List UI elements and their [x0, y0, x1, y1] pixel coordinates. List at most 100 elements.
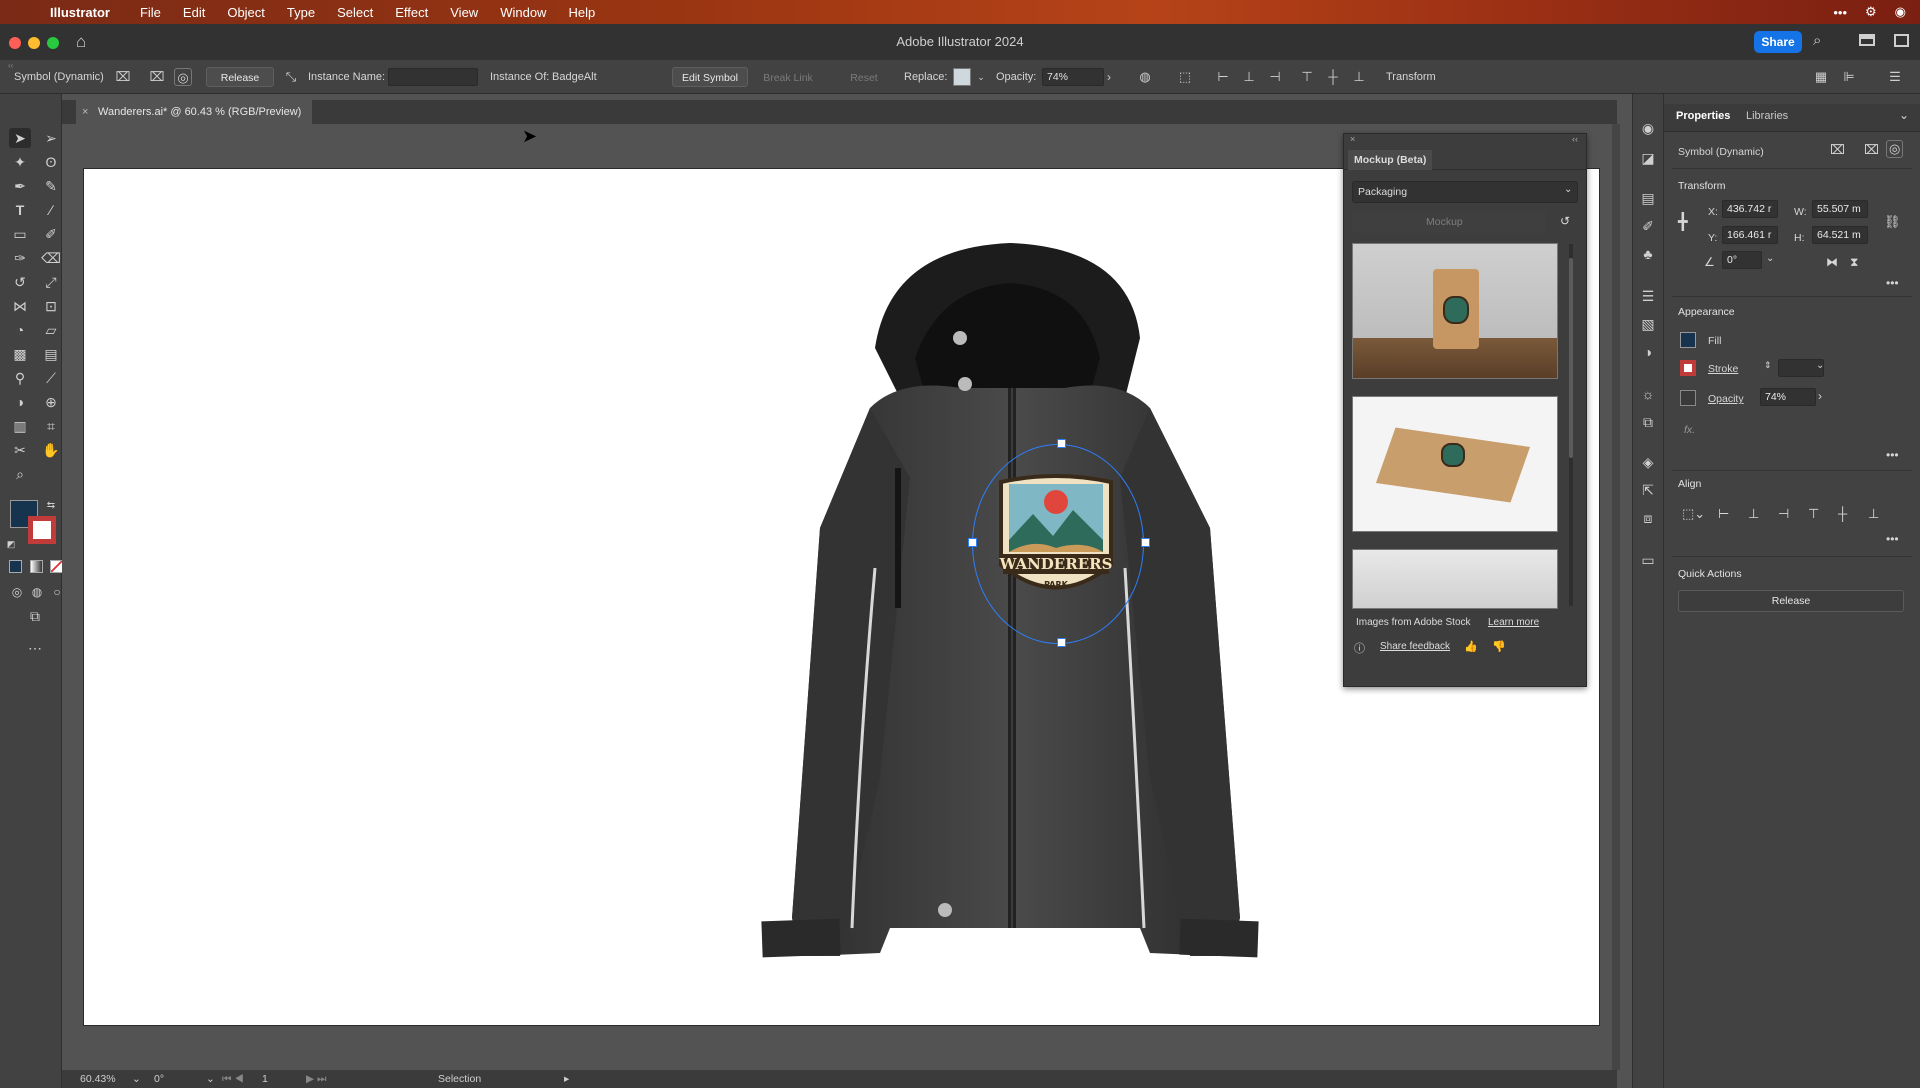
menu-window[interactable]: Window: [500, 5, 546, 20]
graphic-styles-panel-icon[interactable]: ⧉: [1637, 412, 1659, 432]
symbols-panel-icon[interactable]: ♣: [1637, 244, 1659, 264]
symbol-icon[interactable]: ⌧: [114, 68, 132, 86]
edit-symbol-button[interactable]: Edit Symbol: [672, 67, 748, 87]
menu-file[interactable]: File: [140, 5, 161, 20]
artboard-number[interactable]: 1: [262, 1070, 268, 1088]
arrange-documents-icon[interactable]: [1859, 34, 1875, 46]
static-symbol-icon[interactable]: ⌧: [148, 68, 166, 86]
shape-builder-tool-icon[interactable]: ◔: [9, 320, 31, 340]
reference-point-icon[interactable]: ╋: [1678, 212, 1688, 232]
recolor-icon[interactable]: ◍: [1136, 68, 1154, 86]
release-button[interactable]: Release: [206, 67, 274, 87]
fill-swatch[interactable]: [1680, 332, 1696, 348]
more-icon[interactable]: •••: [1833, 5, 1847, 20]
artboard-nav-next-icon[interactable]: ▶ ⏭: [306, 1070, 326, 1088]
align-left-icon[interactable]: ⊢: [1214, 68, 1232, 86]
h-input[interactable]: 64.521 m: [1812, 226, 1868, 244]
more-options-icon[interactable]: •••: [1886, 448, 1899, 462]
status-menu-icon[interactable]: ▸: [564, 1070, 569, 1088]
break-link-button[interactable]: Break Link: [756, 67, 820, 87]
selection-handle-right[interactable]: [1141, 538, 1150, 547]
w-input[interactable]: 55.507 m: [1812, 200, 1868, 218]
default-fill-stroke-icon[interactable]: ◩: [4, 534, 18, 554]
layers-panel-icon[interactable]: ◈: [1637, 452, 1659, 472]
artboards-panel-icon[interactable]: ⧈: [1637, 508, 1659, 528]
stroke-weight-stepper-icon[interactable]: ⇕: [1764, 360, 1772, 371]
canvas-scrollbar[interactable]: [1612, 124, 1620, 1070]
rotate-angle-input[interactable]: 0°: [1722, 251, 1762, 269]
panel-menu-icon[interactable]: ☰: [1886, 68, 1904, 86]
selection-handle-bottom[interactable]: [1057, 638, 1066, 647]
magic-wand-tool-icon[interactable]: ✦: [9, 152, 31, 172]
chevron-down-icon[interactable]: ⌄: [1766, 253, 1774, 264]
pen-tool-icon[interactable]: ✒: [9, 176, 31, 196]
panel-menu-icon[interactable]: ⌄: [1899, 108, 1909, 122]
artboard-tool-icon[interactable]: ⌗: [40, 416, 62, 436]
column-graph-tool-icon[interactable]: ▥: [9, 416, 31, 436]
opacity-input[interactable]: 74%: [1760, 388, 1816, 406]
static-symbol-icon[interactable]: ⌧: [1864, 142, 1879, 158]
appearance-panel-icon[interactable]: ☼: [1637, 384, 1659, 404]
chevron-right-icon[interactable]: ›: [1100, 68, 1118, 86]
gradient-panel-icon[interactable]: ▧: [1637, 314, 1659, 334]
mockup-thumbnail-mug[interactable]: [1352, 549, 1558, 609]
transparency-panel-icon[interactable]: ◑: [1637, 342, 1659, 362]
menu-edit[interactable]: Edit: [183, 5, 205, 20]
close-tab-icon[interactable]: ×: [82, 100, 88, 124]
eraser-tool-icon[interactable]: ⌫: [40, 248, 62, 268]
siri-icon[interactable]: ◉: [1895, 4, 1906, 20]
flip-vertical-icon[interactable]: ⧗: [1850, 255, 1858, 270]
menu-view[interactable]: View: [450, 5, 478, 20]
tab-properties[interactable]: Properties: [1676, 110, 1730, 122]
libraries-panel-icon[interactable]: ▤: [1637, 188, 1659, 208]
rotate-tool-icon[interactable]: ↺: [9, 272, 31, 292]
share-feedback-link[interactable]: Share feedback: [1380, 641, 1450, 652]
tab-libraries[interactable]: Libraries: [1746, 110, 1788, 122]
blend-tool-icon[interactable]: ◑: [9, 392, 31, 412]
draw-behind-icon[interactable]: ◍: [26, 582, 48, 602]
dynamic-symbol-icon[interactable]: ◎: [174, 68, 192, 86]
menu-help[interactable]: Help: [568, 5, 595, 20]
align-bottom-icon[interactable]: ⊥: [1350, 68, 1368, 86]
chevron-down-icon[interactable]: ⌄: [1816, 360, 1824, 371]
app-menu[interactable]: Illustrator: [50, 5, 110, 20]
workspace-switcher-icon[interactable]: [1894, 34, 1909, 47]
opacity-label[interactable]: Opacity: [1708, 393, 1744, 405]
properties-panel-icon[interactable]: ◪: [1637, 148, 1659, 168]
panel-grip[interactable]: ‹‹: [8, 60, 13, 94]
stroke-label[interactable]: Stroke: [1708, 363, 1738, 375]
thumbs-down-icon[interactable]: 👎: [1492, 640, 1506, 653]
curvature-tool-icon[interactable]: ✎: [40, 176, 62, 196]
align-to-icon[interactable]: ⬚: [1176, 68, 1194, 86]
shaper-tool-icon[interactable]: ✑: [9, 248, 31, 268]
measure-tool-icon[interactable]: ⟋: [40, 368, 62, 388]
gradient-tool-icon[interactable]: ▤: [40, 344, 62, 364]
eyedropper-tool-icon[interactable]: ⚲: [9, 368, 31, 388]
x-input[interactable]: 436.742 r: [1722, 200, 1778, 218]
zoom-level[interactable]: 60.43%: [80, 1070, 116, 1088]
direct-selection-tool-icon[interactable]: ➢: [40, 128, 62, 148]
more-options-icon[interactable]: •••: [1886, 276, 1899, 290]
hand-tool-icon[interactable]: ✋: [40, 440, 62, 460]
rectangle-tool-icon[interactable]: ▭: [9, 224, 31, 244]
selection-handle-left[interactable]: [968, 538, 977, 547]
align-middle-icon[interactable]: ┼: [1838, 506, 1847, 521]
edit-toolbar-icon[interactable]: ⋯: [24, 638, 46, 658]
align-to-icon[interactable]: ⬚⌄: [1682, 506, 1705, 522]
width-tool-icon[interactable]: ⋈: [9, 296, 31, 316]
lasso-tool-icon[interactable]: ʘ: [40, 152, 62, 172]
brushes-panel-icon[interactable]: ✐: [1637, 216, 1659, 236]
reset-button[interactable]: Reset: [832, 67, 896, 87]
draw-normal-icon[interactable]: ◎: [6, 582, 28, 602]
align-top-icon[interactable]: ⊤: [1298, 68, 1316, 86]
align-middle-icon[interactable]: ┼: [1324, 68, 1342, 86]
mockup-thumbnail-pouch[interactable]: [1352, 243, 1558, 379]
symbol-options-icon[interactable]: ⤡: [282, 68, 300, 86]
dynamic-symbol-icon[interactable]: ◎: [1886, 140, 1904, 158]
asset-export-panel-icon[interactable]: ⇱: [1637, 480, 1659, 500]
mockup-panel-icon[interactable]: ◉: [1637, 118, 1659, 138]
selection-tool-icon[interactable]: ➤: [9, 128, 31, 148]
chevron-right-icon[interactable]: ›: [1818, 389, 1822, 403]
instance-name-input[interactable]: [388, 68, 478, 86]
constrain-proportions-icon[interactable]: ⛓: [1884, 214, 1901, 230]
